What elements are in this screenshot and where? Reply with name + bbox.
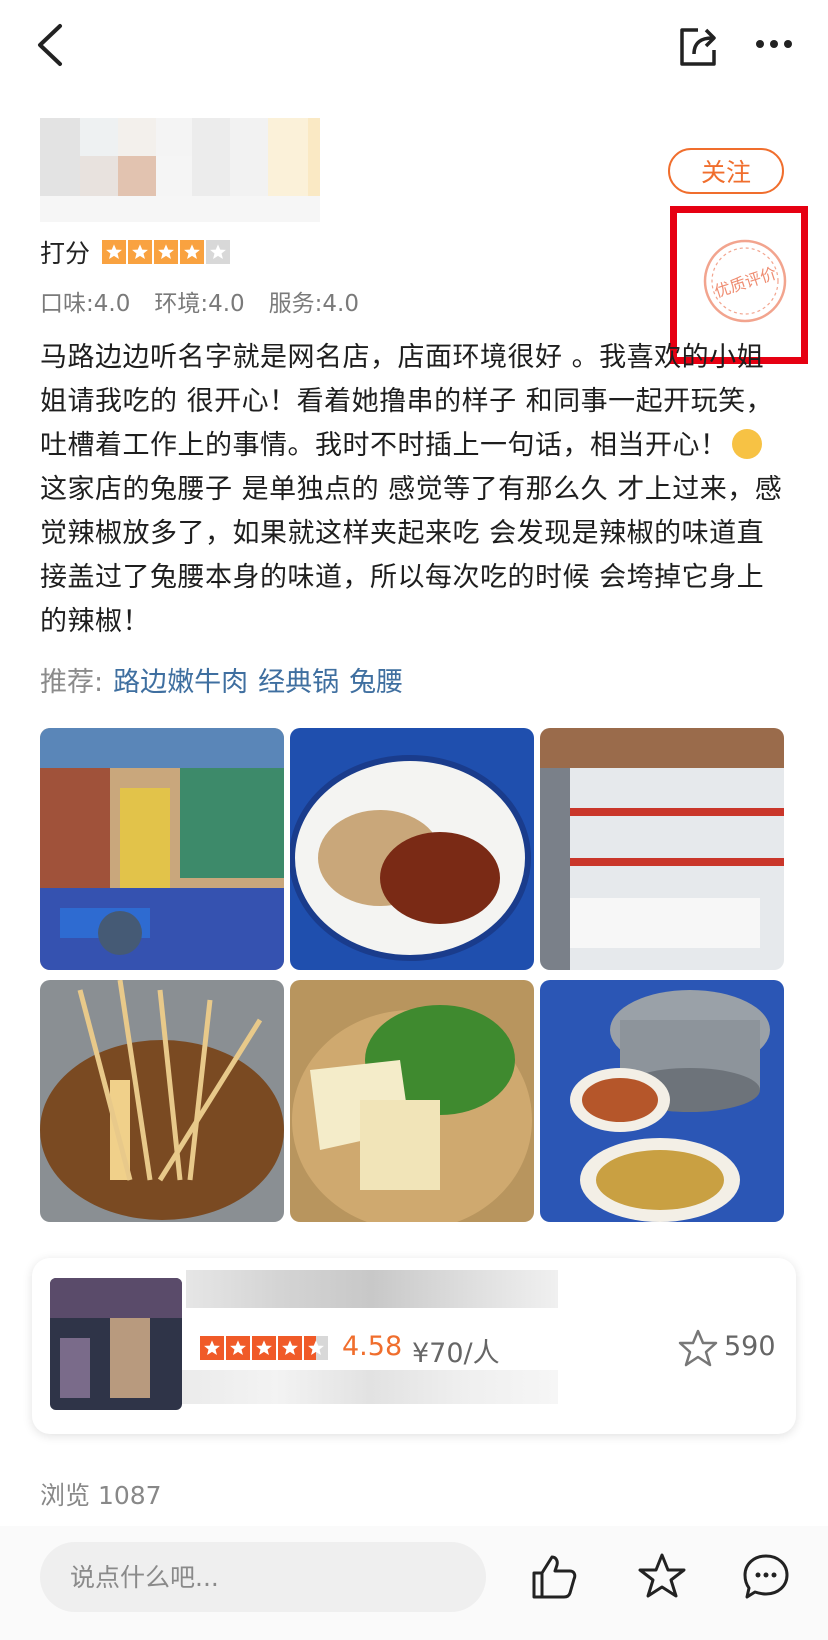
shop-star-icon (226, 1336, 250, 1360)
view-count: 浏览 1087 (40, 1481, 162, 1510)
comment-input[interactable] (40, 1542, 486, 1612)
shop-star-icon (304, 1336, 328, 1360)
subscore: 环境:4.0 (154, 291, 245, 317)
subscore: 服务:4.0 (268, 291, 359, 317)
review-photo-buffet-shelf[interactable] (540, 728, 784, 970)
rating-row: 打分 (40, 236, 231, 268)
shop-thumbnail[interactable] (50, 1278, 182, 1410)
review-photo-hotpot-table[interactable] (540, 980, 784, 1222)
back-arrow-icon[interactable] (32, 22, 72, 68)
blurred-shop-name (186, 1270, 558, 1308)
shop-star-icon (200, 1336, 224, 1360)
share-icon[interactable] (676, 24, 720, 68)
svg-text:优质评价: 优质评价 (712, 264, 779, 302)
comment-bubble-icon[interactable] (740, 1551, 792, 1603)
rating-star-icon (180, 240, 205, 264)
collect-star-icon[interactable] (636, 1551, 688, 1603)
shop-rating-stars (200, 1336, 328, 1360)
blurred-shop-address (182, 1370, 558, 1404)
rating-stars (102, 240, 231, 264)
blurred-username (40, 118, 320, 222)
favorite-count: 590 (724, 1331, 776, 1362)
review-photo-skewers-pot[interactable] (40, 980, 284, 1222)
review-photo-spice-plate[interactable] (290, 728, 534, 970)
follow-button[interactable]: 关注 (668, 148, 784, 194)
rating-star-icon (206, 240, 231, 264)
shop-price: ¥70/人 (412, 1338, 500, 1369)
recommend-item[interactable]: 兔腰 (349, 660, 403, 699)
shop-star-icon (278, 1336, 302, 1360)
review-text-part-1: 马路边边听名字就是网名店，店面环境很好 。我喜欢的小姐姐请我吃的 很开心！看着她… (40, 342, 774, 461)
more-dots-icon[interactable] (752, 30, 796, 60)
shop-score: 4.58 (342, 1331, 403, 1362)
review-text: 马路边边听名字就是网名店，店面环境很好 。我喜欢的小姐姐请我吃的 很开心！看着她… (40, 336, 788, 644)
review-text-part-2: 这家店的兔腰子 是单独点的 感觉等了有那么久 才上过来，感觉辣椒放多了，如果就这… (40, 474, 783, 637)
subscore: 口味:4.0 (40, 291, 131, 317)
quality-review-stamp: 优质评价 (703, 239, 787, 323)
wink-emoji-icon (731, 429, 762, 459)
favorite-star-icon[interactable] (678, 1328, 718, 1368)
like-thumb-icon[interactable] (528, 1551, 580, 1603)
recommend-item[interactable]: 经典锅 (258, 660, 339, 699)
recommend-row: 推荐: 路边嫩牛肉 经典锅 兔腰 (40, 660, 403, 699)
rating-star-icon (102, 240, 127, 264)
shop-star-icon (252, 1336, 276, 1360)
rating-star-icon (154, 240, 179, 264)
rating-star-icon (128, 240, 153, 264)
subscores: 口味:4.0 环境:4.0 服务:4.0 (40, 284, 359, 318)
recommend-item[interactable]: 路边嫩牛肉 (113, 660, 248, 699)
review-photo-vegetable-basket[interactable] (290, 980, 534, 1222)
review-photo-restaurant-interior[interactable] (40, 728, 284, 970)
rating-label: 打分 (40, 239, 91, 268)
recommend-label: 推荐: (40, 667, 104, 698)
